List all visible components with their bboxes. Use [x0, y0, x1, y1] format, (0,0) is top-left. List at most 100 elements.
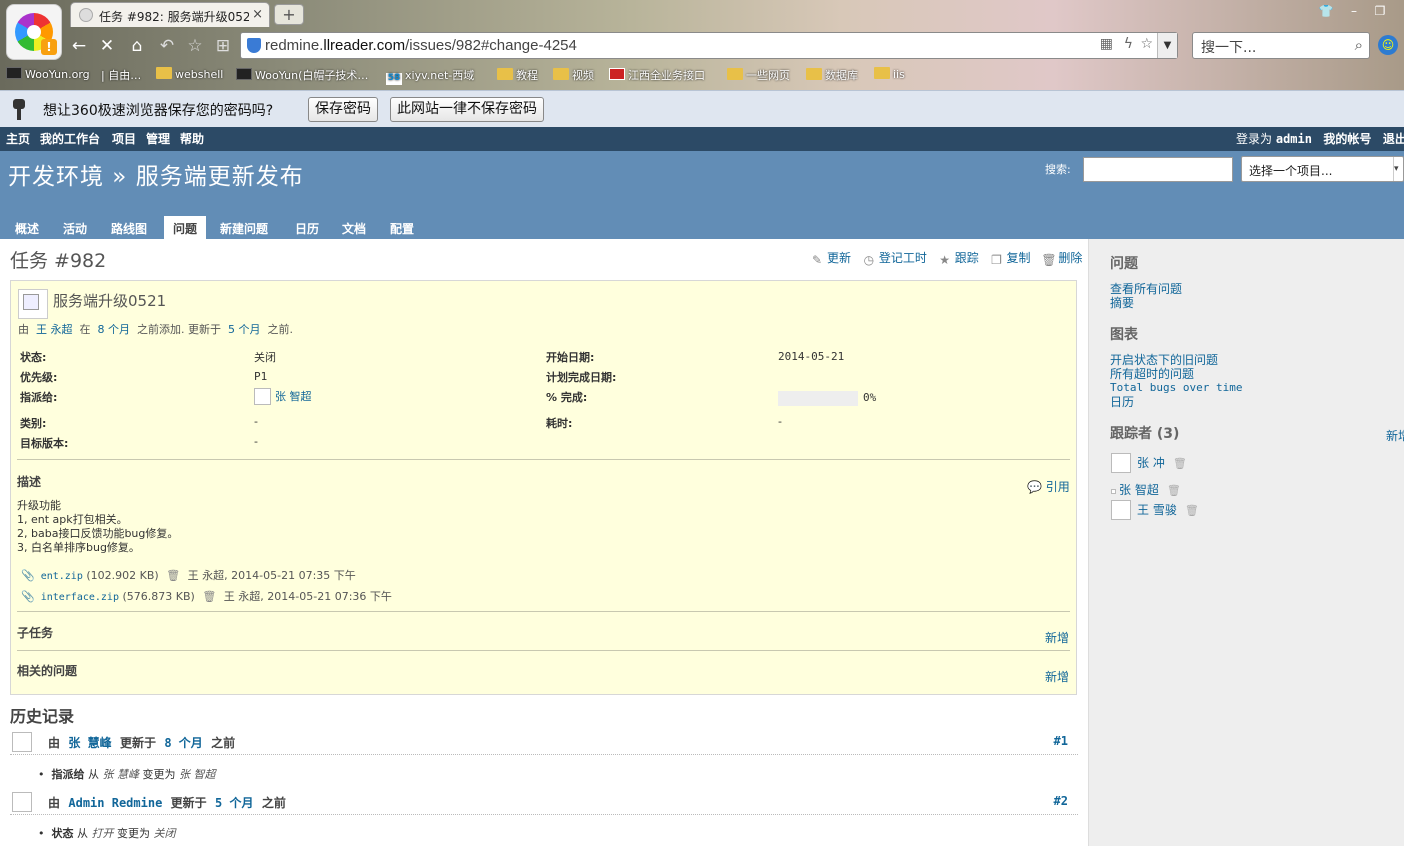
start-date-value: 2014-05-21 — [778, 350, 845, 363]
apps-grid-icon[interactable]: ⊞ — [212, 36, 234, 56]
project-search-input[interactable] — [1083, 157, 1233, 182]
bookmark-database[interactable]: 数据库 — [806, 67, 858, 83]
maximize-button[interactable]: ❐ — [1370, 2, 1390, 20]
updated-ago-link[interactable]: 5 个月 — [228, 323, 261, 336]
tab-issues[interactable]: 问题 — [164, 216, 207, 239]
folder-icon — [497, 68, 513, 80]
tab-activity[interactable]: 活动 — [54, 216, 96, 239]
tab-documents[interactable]: 文档 — [333, 216, 375, 239]
assignee-link[interactable]: 张 智超 — [275, 390, 312, 403]
project-jump-select[interactable]: 选择一个项目... ▾ — [1241, 156, 1404, 182]
calendar-link[interactable]: 日历 — [1110, 393, 1134, 410]
watcher-link[interactable]: 张 智超 — [1119, 483, 1159, 497]
tab-new-issue[interactable]: 新建问题 — [211, 216, 277, 239]
top-menu-admin[interactable]: 管理 — [146, 130, 170, 147]
journal-user-link[interactable]: Admin Redmine — [68, 796, 162, 810]
tab-overview[interactable]: 概述 — [6, 216, 48, 239]
added-ago-link[interactable]: 8 个月 — [98, 323, 131, 336]
url-dropdown-icon[interactable]: ▼ — [1157, 33, 1177, 58]
bookmark-webpages[interactable]: 一些网页 — [727, 67, 790, 83]
browser-tab-active[interactable]: 任务 #982: 服务端升级0521 × — [70, 2, 270, 27]
bookmark-xiyv[interactable]: 58 xiyv.net-西域 — [386, 67, 474, 85]
tab-close-button[interactable]: × — [252, 7, 263, 22]
copy-action[interactable]: ❐ 复制 — [990, 251, 1030, 267]
tab-calendar[interactable]: 日历 — [286, 216, 328, 239]
remove-watcher-icon[interactable]: 🗑 — [1173, 457, 1187, 470]
attachment-link[interactable]: interface.zip — [41, 592, 119, 603]
history-title: 历史记录 — [10, 707, 75, 726]
done-ratio-label: % 完成: — [546, 391, 588, 404]
log-time-action[interactable]: ◷ 登记工时 — [862, 251, 927, 267]
journal-entry: 由 Admin Redmine 更新于 5 个月 之前 #2 — [10, 791, 1078, 815]
my-account-link[interactable]: 我的帐号 — [1323, 132, 1371, 146]
top-menu-projects[interactable]: 项目 — [112, 130, 136, 147]
bookmark-jiangxi[interactable]: 江西全业务接口 — [609, 67, 705, 83]
project-header: 开发环境 » 服务端更新发布 搜索: 选择一个项目... ▾ 概述 活动 路线图… — [0, 151, 1404, 239]
never-save-password-button[interactable]: 此网站一律不保存密码 — [390, 97, 544, 122]
new-subtask-link[interactable]: 新增 — [1045, 629, 1069, 646]
bookmark-videos[interactable]: 视频 — [553, 67, 594, 83]
folder-icon — [553, 68, 569, 80]
journal-number-link[interactable]: #2 — [1054, 794, 1068, 808]
version-value: - — [254, 435, 258, 448]
top-menu-my-page[interactable]: 我的工作台 — [40, 130, 100, 147]
assignee-avatar — [254, 388, 271, 405]
browser-search-box[interactable]: 搜一下... ⌕ — [1192, 32, 1370, 59]
new-relation-link[interactable]: 新增 — [1045, 668, 1069, 685]
add-watcher-link[interactable]: 新增 — [1386, 427, 1404, 444]
quote-link[interactable]: 💬 引用 — [1027, 478, 1070, 495]
delete-attachment-icon[interactable]: 🗑 — [166, 569, 180, 582]
attachment-link[interactable]: ent.zip — [41, 571, 83, 582]
bookmark-iis[interactable]: iis — [874, 67, 905, 83]
edit-action[interactable]: ✎ 更新 — [810, 251, 851, 267]
folder-icon — [806, 68, 822, 80]
bookmark-wooyun-hat[interactable]: WooYun(白帽子技术… — [236, 67, 368, 83]
bookmark-tutorials[interactable]: 教程 — [497, 67, 538, 83]
logged-in-user[interactable]: admin — [1276, 132, 1312, 146]
sidebar-issues-title: 问题 — [1110, 256, 1138, 272]
journal-time-link[interactable]: 5 个月 — [215, 796, 253, 810]
bookmark-wooyun[interactable]: WooYun.org — [6, 67, 90, 83]
watcher-item: 王 雪骏 🗑 — [1111, 500, 1199, 520]
favorite-star-icon[interactable]: ☆ — [184, 36, 206, 56]
lightning-icon[interactable]: ϟ — [1124, 36, 1133, 52]
watcher-link[interactable]: 张 冲 — [1137, 456, 1165, 470]
delete-action[interactable]: 🗑 删除 — [1041, 251, 1082, 267]
top-menu-help[interactable]: 帮助 — [180, 130, 204, 147]
bookmark-star-icon[interactable]: ☆ — [1140, 36, 1153, 52]
watcher-item: 张 智超 🗑 — [1111, 481, 1181, 498]
journal-header: 由 张 慧峰 更新于 8 个月 之前 — [48, 736, 236, 750]
new-tab-button[interactable]: + — [274, 4, 304, 25]
tab-roadmap[interactable]: 路线图 — [102, 216, 156, 239]
journal-time-link[interactable]: 8 个月 — [164, 736, 202, 750]
journal-user-link[interactable]: 张 慧峰 — [68, 736, 111, 750]
undo-icon[interactable]: ↶ — [156, 36, 178, 56]
watcher-link[interactable]: 王 雪骏 — [1137, 503, 1177, 517]
stop-icon[interactable]: ✕ — [96, 36, 118, 56]
search-icon[interactable]: ⌕ — [1355, 36, 1363, 54]
home-icon[interactable]: ⌂ — [126, 36, 148, 56]
bookmark-webshell[interactable]: webshell — [156, 67, 223, 83]
remove-watcher-icon[interactable]: 🗑 — [1185, 504, 1199, 517]
description-line: 升级功能 — [17, 499, 61, 512]
back-arrow-icon[interactable]: ← — [68, 36, 90, 56]
tab-settings[interactable]: 配置 — [381, 216, 423, 239]
logout-link[interactable]: 退出 — [1383, 132, 1404, 146]
minimize-button[interactable]: – — [1344, 2, 1364, 20]
author-link[interactable]: 王 永超 — [36, 323, 73, 336]
journal-number-link[interactable]: #1 — [1054, 734, 1068, 748]
remove-watcher-icon[interactable]: 🗑 — [1167, 484, 1181, 497]
delete-attachment-icon[interactable]: 🗑 — [202, 590, 216, 603]
address-bar[interactable]: redmine.llreader.com/issues/982#change-4… — [240, 32, 1178, 59]
skin-icon[interactable]: 👕 — [1316, 2, 1336, 20]
bookmarks-bar: WooYun.org | 自由… webshell WooYun(白帽子技术… … — [0, 64, 1404, 86]
qr-code-icon[interactable]: ▦ — [1100, 36, 1113, 52]
watch-action[interactable]: ★ 跟踪 — [938, 251, 978, 267]
overdue-issues-link[interactable]: 所有超时的问题 — [1110, 365, 1194, 382]
browser-logo[interactable]: ! — [6, 4, 62, 60]
top-menu-home[interactable]: 主页 — [6, 130, 30, 147]
summary-link[interactable]: 摘要 — [1110, 294, 1134, 311]
bookmark-ziyou[interactable]: | 自由… — [101, 67, 141, 83]
save-password-button[interactable]: 保存密码 — [308, 97, 378, 122]
user-account-icon[interactable]: ☺ — [1378, 35, 1398, 55]
